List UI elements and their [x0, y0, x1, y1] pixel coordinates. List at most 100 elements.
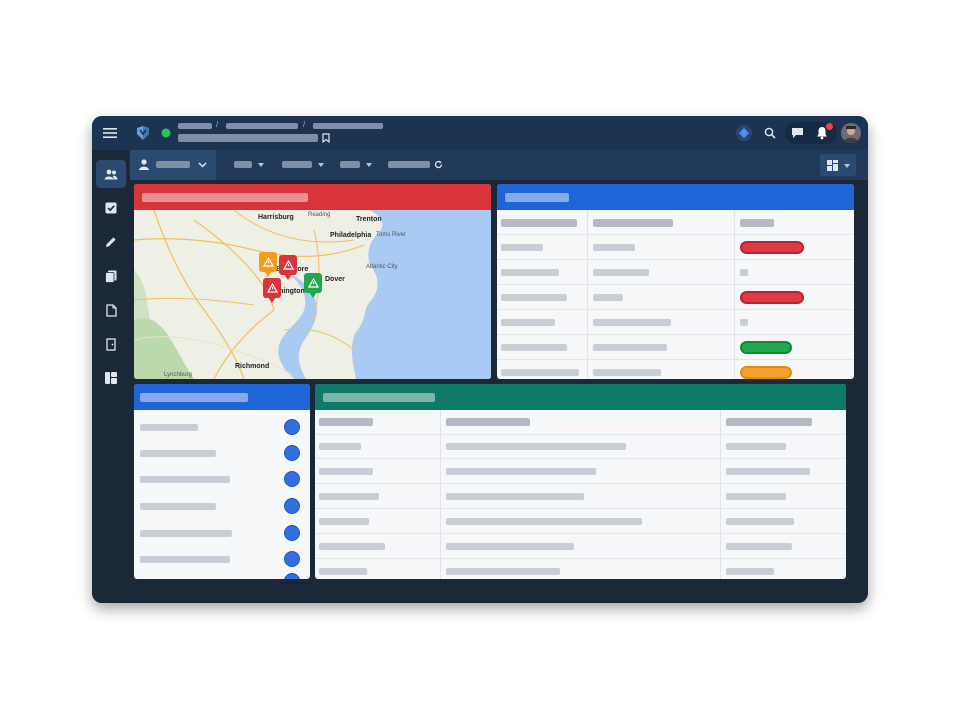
- sidebar-item-dashboard[interactable]: [96, 364, 126, 392]
- map-label: Trenton: [356, 216, 382, 223]
- status-pill: [740, 291, 804, 304]
- table-row[interactable]: [497, 360, 854, 379]
- map[interactable]: Harrisburg Reading Trenton Philadelphia …: [134, 210, 491, 379]
- checkbox-icon: [105, 202, 117, 214]
- list-item[interactable]: [134, 442, 310, 464]
- list-item-toggle[interactable]: [284, 471, 300, 487]
- table-row[interactable]: [315, 509, 846, 534]
- sidebar-item-documents[interactable]: [96, 262, 126, 290]
- data-table-title: [323, 393, 435, 402]
- caret-down-icon: [258, 163, 264, 167]
- map-label: Philadelphia: [330, 232, 372, 239]
- breadcrumb-item[interactable]: [226, 123, 298, 129]
- dashboard-icon: [105, 372, 117, 384]
- chevron-down-icon: [196, 159, 208, 171]
- list-panel: [134, 384, 310, 579]
- map-label: Reading: [308, 212, 331, 218]
- user-icon: [138, 158, 150, 170]
- map-label: Toms River: [376, 232, 407, 238]
- table-row[interactable]: [315, 459, 846, 484]
- status-empty: [740, 269, 748, 276]
- table-row[interactable]: [315, 484, 846, 509]
- list-item[interactable]: [134, 468, 310, 490]
- filter-dropdown[interactable]: [340, 158, 376, 172]
- bookmark-icon[interactable]: [320, 132, 332, 144]
- status-empty: [740, 319, 748, 326]
- breadcrumb-item[interactable]: [313, 123, 383, 129]
- warning-icon: [262, 257, 274, 267]
- alert-marker[interactable]: [279, 255, 297, 280]
- warning-icon: [266, 283, 278, 293]
- diamond-icon[interactable]: [736, 125, 752, 141]
- table-header-row: [315, 410, 846, 435]
- table-row[interactable]: [315, 559, 846, 579]
- status-pill: [740, 241, 804, 254]
- status-table-header: [497, 184, 854, 210]
- list-item[interactable]: [134, 416, 310, 438]
- filter-toolbar: [130, 150, 868, 180]
- status-dot-icon: [160, 127, 172, 139]
- search-icon[interactable]: [762, 125, 778, 141]
- breadcrumb-separator: /: [303, 120, 306, 129]
- user-avatar[interactable]: [841, 123, 861, 143]
- table-row[interactable]: [315, 434, 846, 459]
- page-title: [178, 134, 318, 142]
- breadcrumb-item[interactable]: [178, 123, 212, 129]
- filter-dropdown[interactable]: [282, 158, 328, 172]
- warning-icon: [282, 260, 294, 270]
- refresh-icon: [432, 158, 444, 171]
- caret-down-icon: [844, 164, 850, 168]
- list-item-toggle[interactable]: [284, 419, 300, 435]
- list-item-toggle[interactable]: [284, 525, 300, 541]
- layout-switcher[interactable]: [820, 154, 856, 176]
- table-row[interactable]: [497, 335, 854, 360]
- caret-down-icon: [366, 163, 372, 167]
- table-row[interactable]: [315, 534, 846, 559]
- pencil-icon: [106, 237, 116, 247]
- users-icon: [104, 169, 118, 179]
- list-item[interactable]: [134, 495, 310, 517]
- alert-marker[interactable]: [259, 252, 277, 277]
- list-item-toggle[interactable]: [284, 551, 300, 567]
- warning-icon: [307, 278, 319, 288]
- user-filter-dropdown[interactable]: [130, 150, 216, 180]
- status-table-panel: [497, 184, 854, 379]
- map-label: Richmond: [235, 363, 270, 370]
- list-item-toggle[interactable]: [284, 573, 300, 579]
- table-row[interactable]: [497, 235, 854, 260]
- refresh-filter[interactable]: [388, 158, 448, 172]
- data-table-panel: [315, 384, 846, 579]
- table-row[interactable]: [497, 285, 854, 310]
- alert-marker[interactable]: [304, 273, 322, 298]
- map-panel-header: [134, 184, 491, 210]
- messages-icon[interactable]: [789, 125, 805, 141]
- sidebar: [92, 150, 130, 603]
- map-panel-title: [142, 193, 308, 202]
- list-item-toggle[interactable]: [284, 445, 300, 461]
- table-header-row: [497, 210, 854, 235]
- list-item-toggle[interactable]: [284, 498, 300, 514]
- status-pill: [740, 366, 792, 379]
- filter-dropdown[interactable]: [234, 158, 268, 172]
- file-icon: [105, 303, 117, 317]
- sidebar-item-tasks[interactable]: [96, 194, 126, 222]
- sidebar-item-exit[interactable]: [96, 330, 126, 358]
- sidebar-item-file[interactable]: [96, 296, 126, 324]
- table-row[interactable]: [497, 310, 854, 335]
- list-item[interactable]: [134, 522, 310, 544]
- door-icon: [106, 337, 116, 351]
- map-panel: Harrisburg Reading Trenton Philadelphia …: [134, 184, 491, 379]
- sidebar-item-edit[interactable]: [96, 228, 126, 256]
- hamburger-menu-icon[interactable]: [100, 124, 120, 142]
- breadcrumb: / /: [178, 120, 388, 132]
- sidebar-item-users[interactable]: [96, 160, 126, 188]
- alert-marker[interactable]: [263, 278, 281, 303]
- documents-icon: [105, 270, 117, 283]
- table-row[interactable]: [497, 260, 854, 285]
- map-label: Lynchburg: [164, 372, 192, 378]
- status-table-title: [505, 193, 569, 202]
- app-logo-icon[interactable]: [133, 123, 153, 143]
- top-navigation-bar: / /: [92, 116, 868, 150]
- list-item[interactable]: [134, 548, 310, 570]
- notification-badge: [826, 123, 833, 130]
